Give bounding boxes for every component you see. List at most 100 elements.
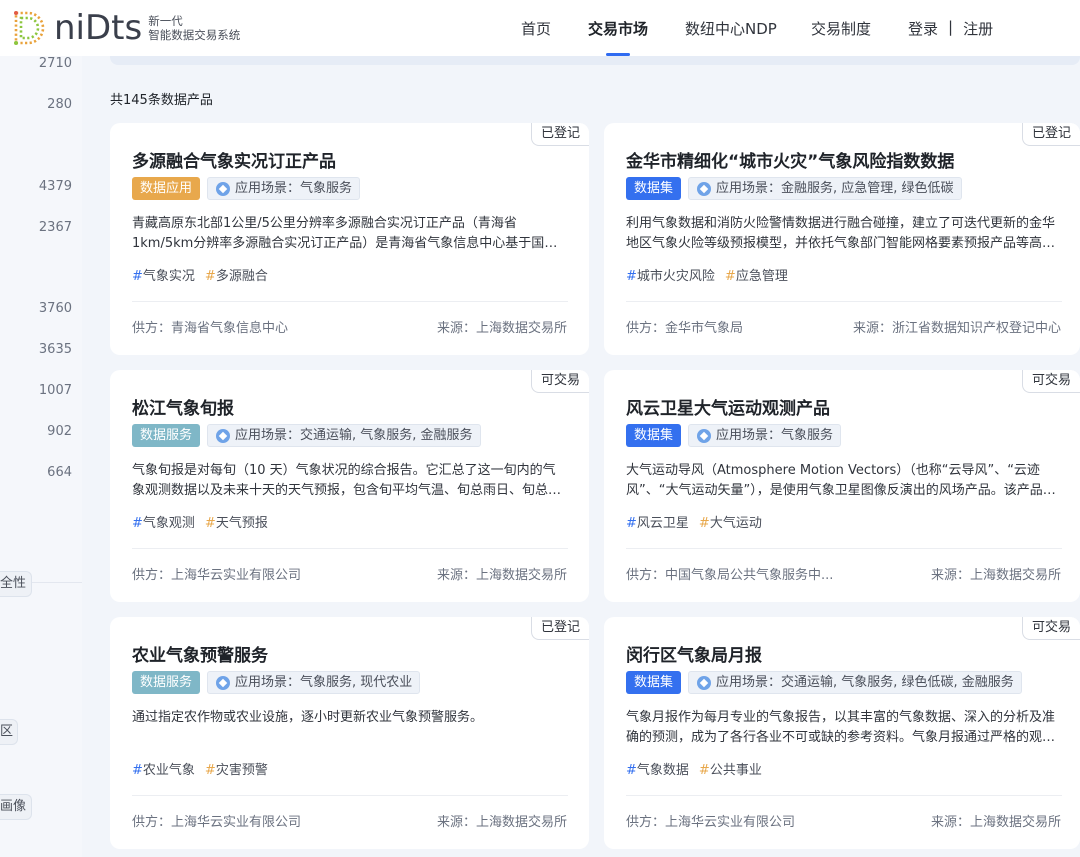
- product-title[interactable]: 松江气象旬报: [132, 394, 234, 419]
- keyword-tag[interactable]: #大气运动: [699, 512, 762, 531]
- filter-count: 280: [47, 97, 72, 112]
- product-description: 气象旬报是对每旬（10 天）气象状况的综合报告。它汇总了这一旬内的气象观测数据以…: [132, 463, 556, 498]
- filter-count: 2367: [38, 220, 72, 235]
- product-card[interactable]: 可交易 松江气象旬报 数据服务 应用场景：交通运输, 气象服务, 金融服务 气象…: [110, 370, 589, 602]
- scene-icon: [216, 428, 231, 443]
- sidebar-filter-tag[interactable]: 区: [0, 719, 19, 745]
- sidebar-filter-tag[interactable]: 全性: [0, 571, 33, 597]
- scene-icon: [697, 675, 712, 690]
- scene-text: 应用场景：金融服务, 应急管理, 绿色低碳: [716, 181, 954, 196]
- product-card[interactable]: 已登记 农业气象预警服务 数据服务 应用场景：气象服务, 现代农业 通过指定农作…: [110, 617, 589, 849]
- keyword-text: 气象观测: [142, 516, 195, 531]
- scene-tag: 应用场景：金融服务, 应急管理, 绿色低碳: [688, 177, 962, 200]
- scene-icon: [697, 181, 712, 196]
- product-type-tag: 数据应用: [132, 177, 201, 200]
- filter-sidebar: 2710 280 4379 2367 3760 3635 1007 902 66…: [0, 56, 82, 857]
- auth-separator: |: [948, 18, 954, 36]
- scene-tag: 应用场景：交通运输, 气象服务, 金融服务: [207, 424, 481, 447]
- filter-count: 3760: [38, 301, 72, 316]
- keyword-text: 气象数据: [636, 763, 689, 778]
- product-title[interactable]: 多源融合气象实况订正产品: [132, 147, 336, 172]
- keyword-row: #气象实况 #多源融合: [132, 265, 268, 284]
- keyword-tag[interactable]: #应急管理: [725, 265, 788, 284]
- card-divider: [626, 548, 1062, 549]
- status-badge: 可交易: [530, 370, 589, 393]
- product-description: 大气运动导风（Atmosphere Motion Vectors）（也称“云导风…: [626, 463, 1056, 498]
- status-badge: 可交易: [1021, 617, 1080, 640]
- supplier-text: 供方：中国气象局公共气象服务中...: [626, 568, 834, 583]
- scene-text: 应用场景：交通运输, 气象服务, 绿色低碳, 金融服务: [716, 675, 1014, 690]
- scene-text: 应用场景：气象服务: [235, 181, 353, 196]
- nav-rules[interactable]: 交易制度: [811, 18, 871, 39]
- supplier-text: 供方：青海省气象信息中心: [132, 321, 289, 336]
- brand-logo[interactable]: niDts 新一代 智能数据交易系统: [10, 8, 240, 48]
- sidebar-filter-tag[interactable]: 画像: [0, 794, 33, 820]
- keyword-tag[interactable]: #天气预报: [205, 512, 268, 531]
- keyword-row: #气象观测 #天气预报: [132, 512, 268, 531]
- scene-text: 应用场景：气象服务, 现代农业: [235, 675, 413, 690]
- filter-count: 3635: [38, 342, 72, 357]
- product-type-tag: 数据服务: [132, 671, 201, 694]
- product-title[interactable]: 农业气象预警服务: [132, 641, 268, 666]
- scene-icon: [216, 181, 231, 196]
- scene-tag: 应用场景：交通运输, 气象服务, 绿色低碳, 金融服务: [688, 671, 1022, 694]
- supplier-text: 供方：上海华云实业有限公司: [132, 815, 302, 830]
- scene-icon: [216, 675, 231, 690]
- product-card[interactable]: 可交易 闵行区气象局月报 数据集 应用场景：交通运输, 气象服务, 绿色低碳, …: [604, 617, 1080, 849]
- card-divider: [132, 548, 568, 549]
- source-text: 来源：上海数据交易所: [930, 815, 1061, 830]
- keyword-text: 气象实况: [142, 269, 195, 284]
- keyword-tag[interactable]: #气象数据: [626, 759, 689, 778]
- product-description: 青藏高原东北部1公里/5公里分辨率多源融合实况订正产品（青海省1km/5km分辨…: [132, 216, 545, 251]
- product-description: 通过指定农作物或农业设施，逐小时更新农业气象预警服务。: [132, 710, 484, 725]
- source-text: 来源：上海数据交易所: [930, 568, 1061, 583]
- filter-count: 664: [47, 465, 72, 480]
- status-badge: 可交易: [1021, 370, 1080, 393]
- product-type-tag: 数据集: [626, 671, 682, 694]
- keyword-text: 多源融合: [215, 269, 268, 284]
- keyword-tag[interactable]: #气象观测: [132, 512, 195, 531]
- card-divider: [132, 795, 568, 796]
- product-title[interactable]: 风云卫星大气运动观测产品: [626, 394, 830, 419]
- product-description: 气象月报作为每月专业的气象报告，以其丰富的气象数据、深入的分析及准确的预测，成为…: [626, 710, 1056, 745]
- product-card[interactable]: 可交易 风云卫星大气运动观测产品 数据集 应用场景：气象服务 大气运动导风（At…: [604, 370, 1080, 602]
- product-card[interactable]: 已登记 金华市精细化“城市火灾”气象风险指数数据 数据集 应用场景：金融服务, …: [604, 123, 1080, 355]
- brand-word: niDts: [54, 8, 143, 48]
- keyword-text: 应急管理: [735, 269, 788, 284]
- product-type-tag: 数据集: [626, 177, 682, 200]
- status-badge: 已登记: [530, 123, 589, 146]
- scene-text: 应用场景：交通运输, 气象服务, 金融服务: [235, 428, 473, 443]
- keyword-tag[interactable]: #气象实况: [132, 265, 195, 284]
- keyword-tag[interactable]: #多源融合: [205, 265, 268, 284]
- scene-text: 应用场景：气象服务: [716, 428, 834, 443]
- nav-market[interactable]: 交易市场: [588, 18, 648, 39]
- keyword-tag[interactable]: #风云卫星: [626, 512, 689, 531]
- keyword-tag[interactable]: #农业气象: [132, 759, 195, 778]
- auth-links: 登录 | 注册: [908, 18, 993, 39]
- product-type-tag: 数据服务: [132, 424, 201, 447]
- product-type-tag: 数据集: [626, 424, 682, 447]
- brand-line1: 新一代: [148, 14, 183, 28]
- product-description: 利用气象数据和消防火险警情数据进行融合碰撞，建立了可迭代更新的金华地区气象火险等…: [626, 216, 1056, 251]
- result-count: 共145条数据产品: [110, 93, 213, 108]
- register-link[interactable]: 注册: [963, 18, 993, 39]
- product-card[interactable]: 已登记 多源融合气象实况订正产品 数据应用 应用场景：气象服务 青藏高原东北部1…: [110, 123, 589, 355]
- product-title[interactable]: 闵行区气象局月报: [626, 641, 762, 666]
- keyword-row: #气象数据 #公共事业: [626, 759, 762, 778]
- filter-count: 902: [47, 424, 72, 439]
- keyword-tag[interactable]: #公共事业: [699, 759, 762, 778]
- status-badge: 已登记: [1021, 123, 1080, 146]
- tag-row: 数据集 应用场景：交通运输, 气象服务, 绿色低碳, 金融服务: [626, 671, 1022, 694]
- tag-row: 数据集 应用场景：气象服务: [626, 424, 842, 447]
- keyword-tag[interactable]: #灾害预警: [205, 759, 268, 778]
- nav-ndp[interactable]: 数纽中心NDP: [685, 18, 777, 39]
- product-title[interactable]: 金华市精细化“城市火灾”气象风险指数数据: [626, 147, 954, 172]
- login-link[interactable]: 登录: [908, 18, 938, 39]
- keyword-tag[interactable]: #城市火灾风险: [626, 265, 715, 284]
- scene-tag: 应用场景：气象服务: [207, 177, 361, 200]
- keyword-text: 农业气象: [142, 763, 195, 778]
- keyword-text: 公共事业: [709, 763, 762, 778]
- scene-icon: [697, 428, 712, 443]
- nav-home[interactable]: 首页: [521, 18, 551, 39]
- logo-d-icon: [10, 9, 52, 47]
